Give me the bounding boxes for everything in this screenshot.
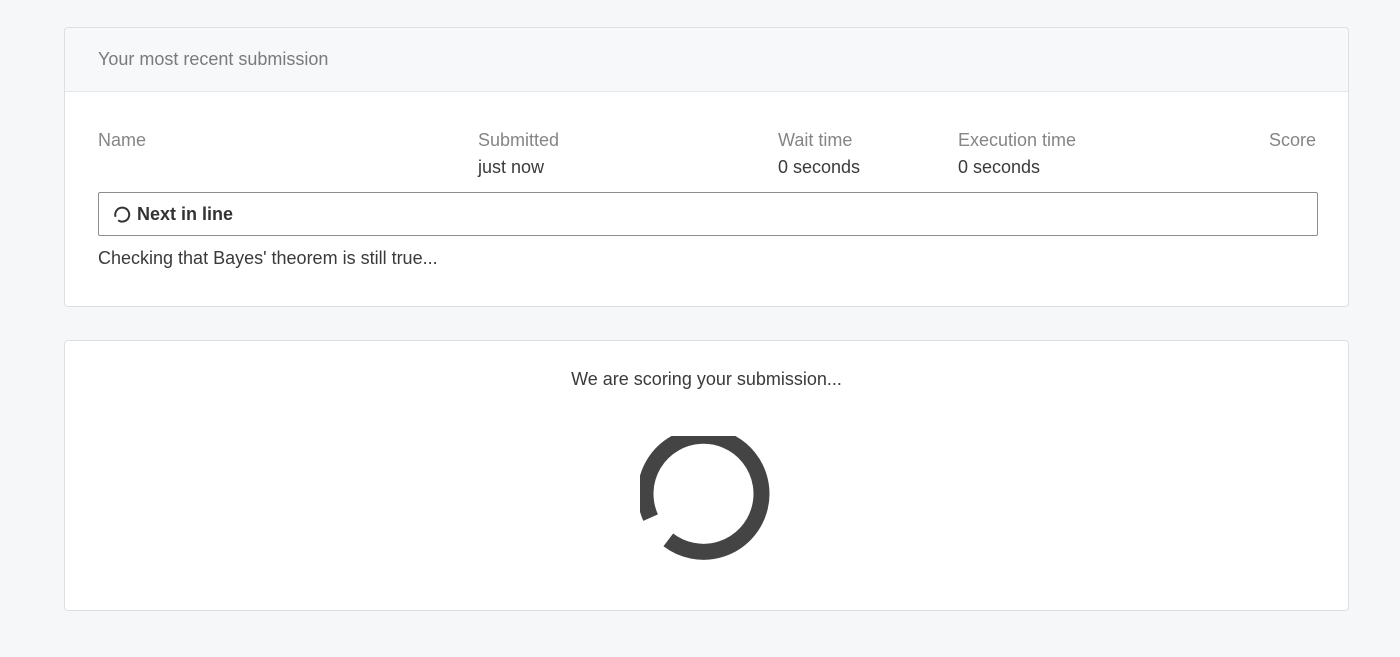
card-title: Your most recent submission	[98, 49, 329, 69]
execution-time-label: Execution time	[958, 130, 1077, 150]
column-wait-time: Wait time 0 seconds	[778, 127, 860, 181]
name-label: Name	[98, 130, 147, 150]
wait-time-label: Wait time	[778, 130, 853, 150]
column-execution-time: Execution time 0 seconds	[958, 127, 1076, 181]
loading-spinner-icon	[640, 436, 770, 560]
scoring-text: We are scoring your submission...	[571, 369, 842, 389]
card-header: Your most recent submission	[65, 28, 1348, 92]
column-score: Score	[1269, 127, 1316, 154]
column-submitted: Submitted just now	[478, 127, 559, 181]
wait-time-value: 0 seconds	[778, 157, 861, 177]
submitted-value: just now	[478, 157, 545, 177]
recent-submission-card: Your most recent submission Name Submitt…	[64, 27, 1349, 307]
submitted-label: Submitted	[478, 130, 560, 150]
status-box: Next in line	[98, 192, 1318, 236]
loading-spinner-icon	[114, 206, 131, 223]
column-name: Name	[98, 127, 146, 154]
status-label: Next in line	[137, 203, 234, 224]
scoring-card: We are scoring your submission...	[64, 340, 1349, 611]
execution-time-value: 0 seconds	[958, 157, 1041, 177]
status-message: Checking that Bayes' theorem is still tr…	[98, 248, 438, 268]
score-label: Score	[1268, 130, 1316, 150]
